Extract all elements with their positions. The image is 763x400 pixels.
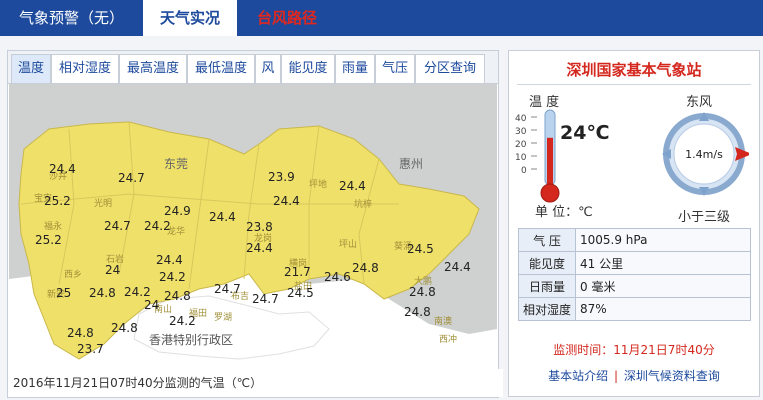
temp-reading: 24.2 [169, 314, 196, 328]
map-area-label: 香港特别行政区 [149, 332, 233, 347]
info-key: 相对湿度 [518, 297, 576, 321]
thermo-tick: 0 [521, 166, 527, 176]
subtab-min-temp[interactable]: 最低温度 [187, 54, 255, 83]
temp-reading: 24.2 [159, 270, 186, 284]
thermo-tick: 30 [515, 127, 527, 137]
temp-reading: 24.4 [209, 210, 236, 224]
temp-reading: 24.8 [89, 286, 116, 300]
district-label: 西乡 [64, 269, 82, 280]
district-label: 光明 [94, 197, 112, 209]
thermo-tick: 40 [515, 114, 527, 124]
map-panel: 温度 相对湿度 最高温度 最低温度 风 能见度 雨量 气压 分区查询 东莞 惠州… [7, 50, 503, 398]
subtab-temperature[interactable]: 温度 [11, 54, 51, 83]
map-caption: 2016年11月21日07时40分监测的气温（℃） [8, 369, 503, 397]
info-value: 87% [575, 297, 751, 321]
temp-reading: 24.8 [111, 321, 138, 335]
temp-reading: 24.8 [409, 285, 436, 299]
temp-reading: 24 [105, 263, 120, 277]
temp-reading: 23.7 [77, 342, 104, 356]
info-key: 气 压 [518, 228, 576, 252]
wind-level: 小于三级 [677, 210, 730, 225]
temp-reading: 25.2 [35, 233, 62, 247]
table-row: 相对湿度 87% [518, 297, 751, 321]
wind-speed: 1.4m/s [685, 148, 723, 161]
info-value: 41 公里 [575, 251, 751, 275]
temperature-map[interactable]: 东莞 惠州 香港特别行政区 宝安 光明 石岩 西乡 新安 南山 福田 罗湖 龙岗… [9, 84, 497, 369]
map-area-label: 惠州 [399, 157, 423, 171]
subtab-rainfall[interactable]: 雨量 [335, 54, 375, 83]
map-svg: 东莞 惠州 香港特别行政区 宝安 光明 石岩 西乡 新安 南山 福田 罗湖 龙岗… [9, 84, 497, 369]
temp-reading: 24.2 [124, 285, 151, 299]
station-panel: 深圳国家基本气象站 温 度 40 30 20 10 0 24℃ 单 位：℃ 东风 [508, 50, 760, 397]
thermo-tick: 20 [515, 140, 527, 150]
table-row: 气 压 1005.9 hPa [518, 228, 751, 252]
divider [517, 84, 751, 85]
subtab-visibility[interactable]: 能见度 [281, 54, 335, 83]
temp-reading: 24.6 [324, 270, 351, 284]
subtab-wind[interactable]: 风 [255, 54, 281, 83]
station-info-table: 气 压 1005.9 hPa 能见度 41 公里 日雨量 0 毫米 相对湿度 8… [518, 228, 751, 321]
link-separator: | [613, 369, 619, 383]
district-label: 西冲 [439, 333, 457, 345]
wind-direction-label: 东风 [686, 95, 713, 110]
subtab-district-query[interactable]: 分区查询 [415, 54, 485, 83]
info-key: 能见度 [518, 251, 576, 275]
info-value: 0 毫米 [575, 274, 751, 298]
temp-reading: 25.2 [44, 194, 71, 208]
temp-reading: 24.4 [246, 241, 273, 255]
temp-reading: 24.7 [252, 292, 279, 306]
station-links: 基本站介绍 | 深圳气候资料查询 [509, 367, 759, 384]
subtab-pressure[interactable]: 气压 [375, 54, 415, 83]
temp-reading: 24.8 [352, 261, 379, 275]
temperature-value: 24℃ [560, 122, 610, 144]
temp-reading: 24.4 [49, 162, 76, 176]
temp-reading: 21.7 [284, 265, 311, 279]
temp-reading: 24.7 [104, 219, 131, 233]
wind-compass-icon: 1.4m/s [662, 112, 749, 196]
temp-reading: 24.7 [118, 171, 145, 185]
info-value: 1005.9 hPa [575, 228, 751, 252]
temp-reading: 24.4 [339, 179, 366, 193]
temp-reading: 24.8 [404, 305, 431, 319]
temp-reading: 24.8 [67, 326, 94, 340]
district-label: 坪山 [339, 239, 357, 250]
temp-reading: 24.4 [444, 260, 471, 274]
subtab-humidity[interactable]: 相对湿度 [51, 54, 119, 83]
table-row: 日雨量 0 毫米 [518, 274, 751, 298]
thermo-tick: 10 [515, 153, 527, 163]
temp-reading: 24.5 [287, 286, 314, 300]
district-label: 坑梓 [354, 198, 372, 210]
station-title: 深圳国家基本气象站 [566, 61, 702, 79]
temp-reading: 24.2 [144, 219, 171, 233]
district-label: 坪地 [309, 178, 327, 190]
unit-label: 单 位：℃ [535, 205, 593, 220]
temp-reading: 24.4 [156, 253, 183, 267]
temp-reading: 25 [56, 286, 71, 300]
tab-typhoon-path[interactable]: 台风路径 [237, 0, 337, 36]
temp-reading: 24.7 [214, 282, 241, 296]
temp-reading: 24.4 [273, 194, 300, 208]
temp-reading: 23.8 [246, 220, 273, 234]
monitor-time: 监测时间：11月21日7时40分 [553, 343, 715, 357]
tab-weather-live[interactable]: 天气实况 [143, 0, 237, 36]
top-nav-bar: 气象预警（无） 天气实况 台风路径 [0, 0, 763, 36]
temp-reading: 24 [144, 298, 159, 312]
district-label: 福永 [44, 220, 62, 232]
table-row: 能见度 41 公里 [518, 251, 751, 275]
info-key: 日雨量 [518, 274, 576, 298]
subtab-max-temp[interactable]: 最高温度 [119, 54, 187, 83]
temp-reading: 24.5 [407, 242, 434, 256]
district-label: 罗湖 [214, 312, 232, 323]
map-area-label: 东莞 [164, 157, 188, 171]
map-subtabs: 温度 相对湿度 最高温度 最低温度 风 能见度 雨量 气压 分区查询 [8, 51, 498, 84]
temp-reading: 24.8 [164, 289, 191, 303]
temp-reading: 24.9 [164, 204, 191, 218]
temp-reading: 23.9 [268, 170, 295, 184]
climate-data-link[interactable]: 深圳气候资料查询 [624, 369, 720, 383]
tab-weather-warning[interactable]: 气象预警（无） [0, 0, 143, 36]
district-label: 南澳 [434, 315, 452, 327]
station-intro-link[interactable]: 基本站介绍 [548, 369, 608, 383]
